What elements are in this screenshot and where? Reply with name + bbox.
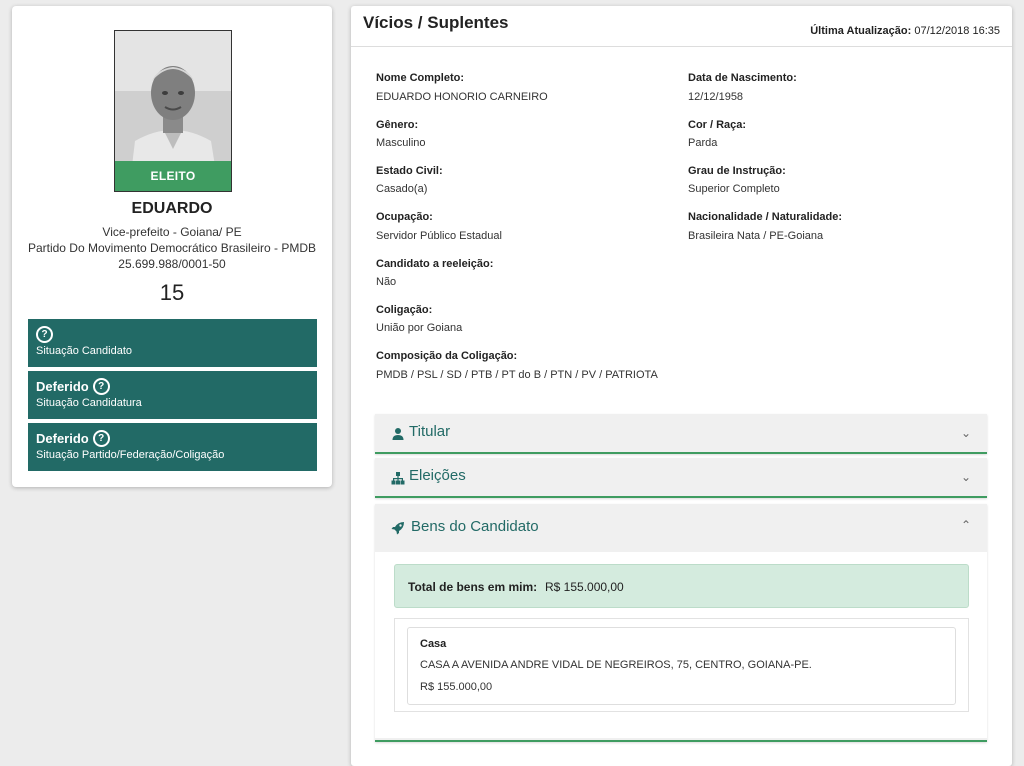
coligacao-value: União por Goiana — [376, 322, 463, 334]
sitemap-icon — [391, 472, 405, 485]
accordion-title: Titular — [409, 423, 451, 440]
total-bens-label: Total de bens em mim: — [408, 580, 538, 594]
chevron-down-icon[interactable]: ⌄ — [961, 470, 971, 484]
status-value: Deferido — [36, 379, 89, 394]
candidate-name: EDUARDO — [131, 200, 213, 217]
status-value: Deferido — [36, 431, 89, 446]
user-icon — [392, 428, 404, 440]
panel-title: Vícios / Suplentes — [363, 13, 509, 32]
bem-value: R$ 155.000,00 — [420, 681, 493, 693]
reeleicao-value: Não — [376, 276, 397, 288]
last-update-label: Última Atualização: — [810, 25, 912, 37]
composicao-label: Composição da Coligação: — [376, 350, 518, 362]
coligacao-label: Coligação: — [376, 304, 433, 316]
nome-label: Nome Completo: — [376, 72, 464, 84]
candidate-role: Vice-prefeito - Goiana/ PE — [102, 225, 242, 239]
accordion-title: Bens do Candidato — [411, 518, 539, 535]
candidate-party: Partido Do Movimento Democrático Brasile… — [27, 241, 317, 255]
bem-type: Casa — [420, 638, 447, 650]
civil-value: Casado(a) — [376, 183, 428, 195]
nacionalidade-value: Brasileira Nata / PE-Goiana — [688, 230, 824, 242]
elected-badge: ELEITO — [115, 161, 231, 191]
status-label: Situação Candidatura — [36, 397, 142, 409]
genero-value: Masculino — [376, 137, 426, 149]
civil-label: Estado Civil: — [376, 165, 443, 177]
status-candidato: ? Situação Candidato — [28, 319, 317, 367]
nascimento-label: Data de Nascimento: — [688, 72, 797, 84]
candidate-photo: ELEITO — [114, 30, 232, 192]
ocupacao-label: Ocupação: — [376, 211, 433, 223]
accordion-eleicoes[interactable]: Eleições ⌄ — [375, 458, 987, 498]
reeleicao-label: Candidato a reeleição: — [376, 258, 494, 270]
question-icon[interactable]: ? — [92, 430, 110, 447]
candidate-card: ELEITO EDUARDO Vice-prefeito - Goiana/ P… — [12, 6, 332, 487]
composicao-value: PMDB / PSL / SD / PTB / PT do B / PTN / … — [376, 369, 658, 381]
chevron-down-icon[interactable]: ⌄ — [961, 426, 971, 440]
panel-header: Vícios / Suplentes Última Atualização: 0… — [351, 6, 1012, 47]
cor-value: Parda — [688, 137, 718, 149]
nacionalidade-label: Nacionalidade / Naturalidade: — [688, 211, 843, 223]
status-partido: Deferido ? Situação Partido/Federação/Co… — [28, 423, 317, 471]
question-icon[interactable]: ? — [92, 378, 110, 395]
status-candidatura: Deferido ? Situação Candidatura — [28, 371, 317, 419]
grau-value: Superior Completo — [688, 183, 780, 195]
accordion-header[interactable]: Eleições ⌄ — [375, 458, 987, 496]
total-bens-box: Total de bens em mim: R$ 155.000,00 — [394, 564, 969, 608]
candidate-cnpj: 25.699.988/0001-50 — [118, 257, 226, 271]
chevron-up-icon[interactable]: ⌃ — [961, 518, 971, 532]
accordion-bens[interactable]: Bens do Candidato ⌃ Total de bens em mim… — [375, 504, 987, 742]
rocket-icon — [391, 522, 404, 535]
details-panel: Vícios / Suplentes Última Atualização: 0… — [351, 6, 1012, 766]
ocupacao-value: Servidor Público Estadual — [376, 230, 502, 242]
list-item: Casa CASA A AVENIDA ANDRE VIDAL DE NEGRE… — [407, 627, 956, 705]
accordion-header[interactable]: Titular ⌄ — [375, 414, 987, 452]
last-update: Última Atualização: 07/12/2018 16:35 — [810, 25, 1000, 37]
accordion-body: Total de bens em mim: R$ 155.000,00 Casa… — [375, 552, 987, 738]
accordion-titular[interactable]: Titular ⌄ — [375, 414, 987, 454]
cor-label: Cor / Raça: — [688, 119, 747, 131]
last-update-value: 07/12/2018 16:35 — [914, 25, 1000, 37]
nascimento-value: 12/12/1958 — [688, 91, 744, 103]
nome-value: EDUARDO HONORIO CARNEIRO — [376, 91, 548, 103]
candidate-number: 15 — [159, 280, 185, 305]
total-bens-value: R$ 155.000,00 — [545, 580, 624, 594]
bem-description: CASA A AVENIDA ANDRE VIDAL DE NEGREIROS,… — [420, 659, 812, 671]
genero-label: Gênero: — [376, 119, 419, 131]
question-icon[interactable]: ? — [36, 326, 53, 343]
grau-label: Grau de Instrução: — [688, 165, 786, 177]
bens-list: Casa CASA A AVENIDA ANDRE VIDAL DE NEGRE… — [394, 618, 969, 712]
status-label: Situação Partido/Federação/Coligação — [36, 449, 225, 461]
accordion-header[interactable]: Bens do Candidato ⌃ — [375, 504, 987, 552]
accordion-title: Eleições — [409, 467, 466, 484]
status-label: Situação Candidato — [36, 345, 133, 357]
